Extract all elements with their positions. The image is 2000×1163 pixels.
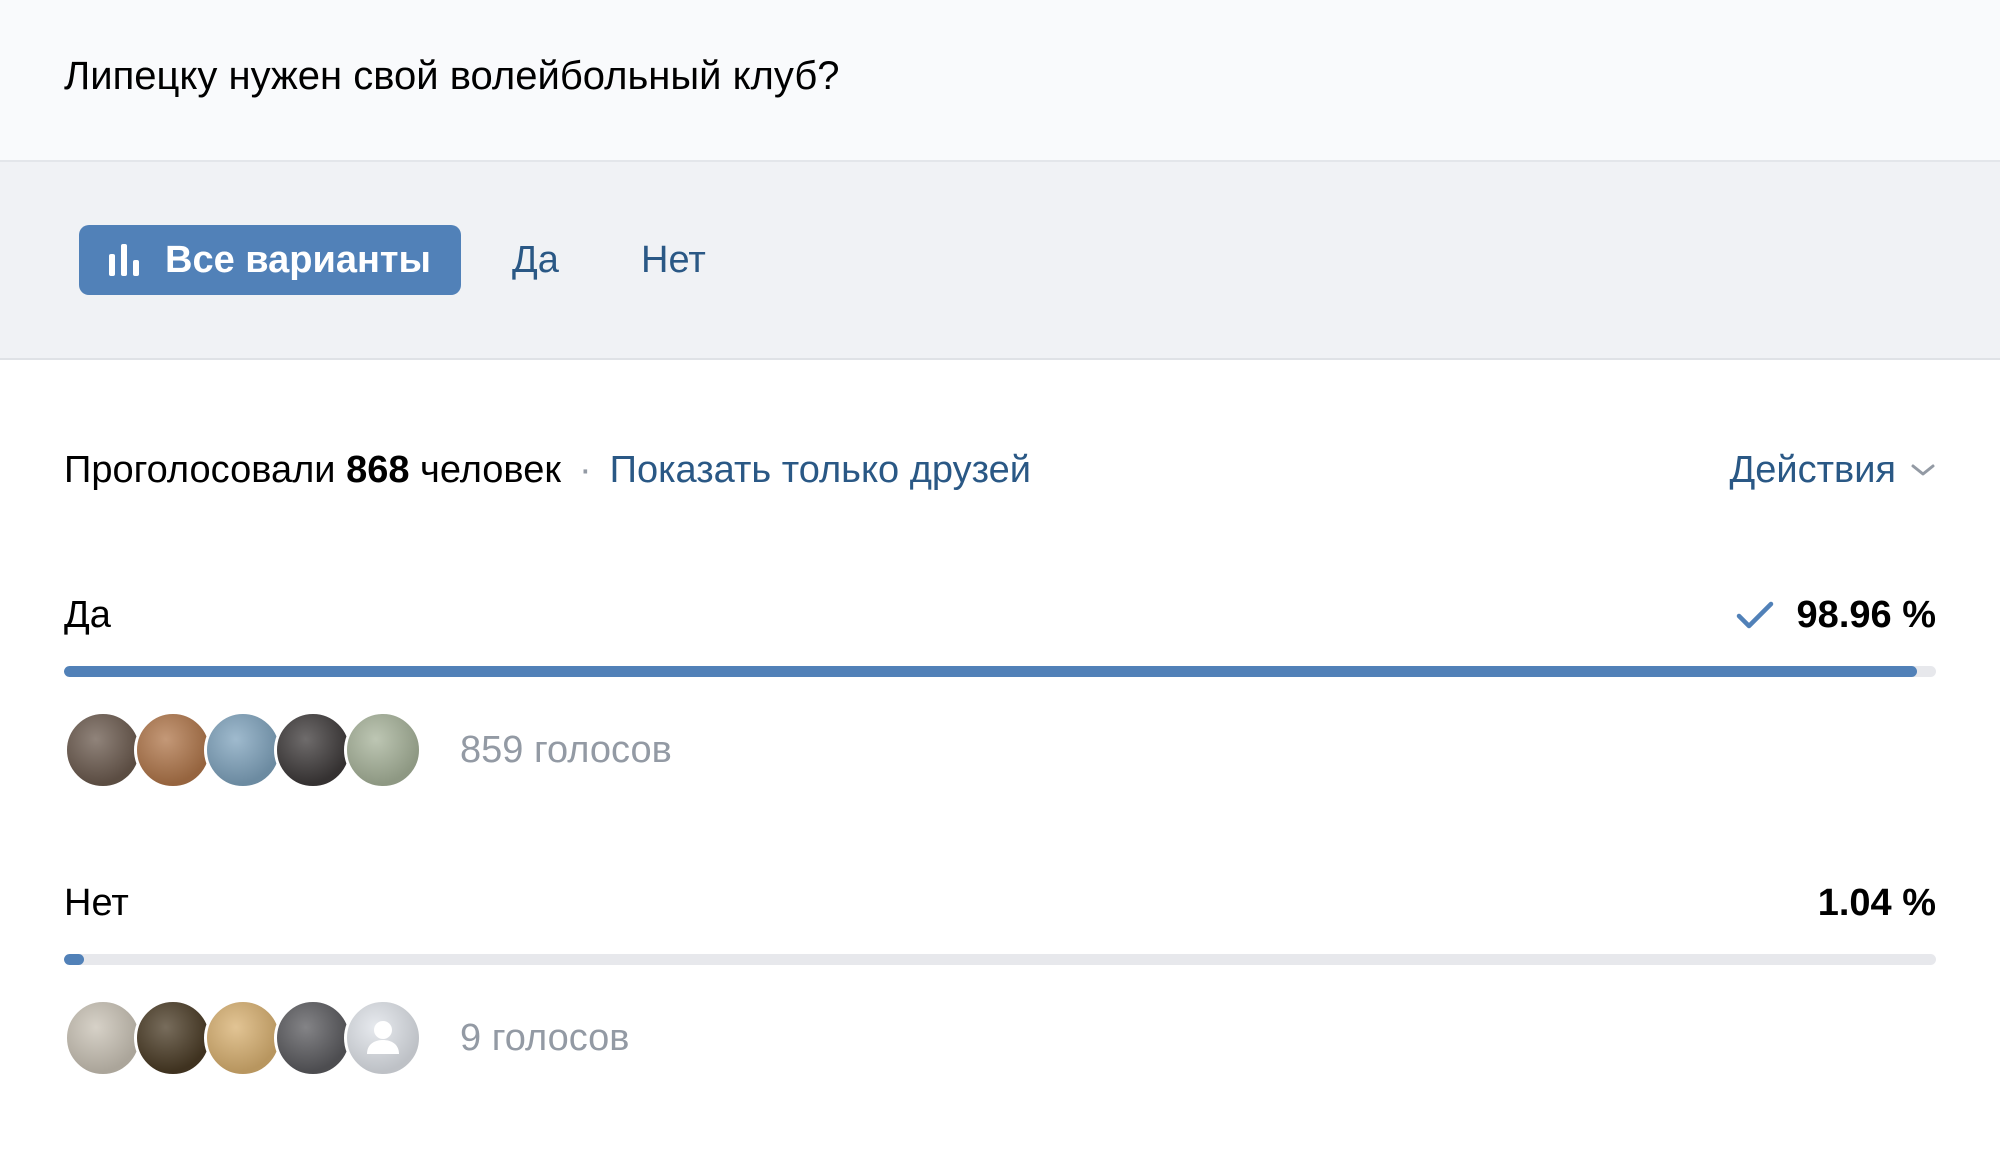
bar-chart-icon [109,244,145,276]
option-progress-track [64,666,1936,677]
option-label: Да [64,594,111,636]
option-percent: 1.04 % [1818,878,1936,928]
tab-all-options[interactable]: Все варианты [79,225,461,295]
tab-yes[interactable]: Да [512,225,559,295]
poll-header: Липецку нужен свой волейбольный клуб? [0,0,2000,162]
show-friends-link[interactable]: Показать только друзей [610,449,1031,491]
tab-no[interactable]: Нет [641,225,706,295]
option-percent-text: 1.04 % [1817,882,1936,924]
votes-prefix: Проголосовали [64,449,336,491]
option-label: Нет [64,882,129,924]
option-vote-count[interactable]: 859 голосов [460,729,672,772]
option-progress-track [64,954,1936,965]
option-voters: 859 голосов [64,710,672,790]
chevron-down-icon [1911,464,1935,476]
avatar[interactable] [204,711,282,789]
avatar-placeholder[interactable] [344,999,422,1077]
avatar[interactable] [64,711,142,789]
separator-dot: · [578,449,592,491]
avatar[interactable] [274,999,352,1077]
poll-tabs: Все варианты Да Нет [0,162,2000,360]
user-silhouette-icon [367,1021,399,1054]
option-progress-fill [64,666,1917,677]
actions-dropdown[interactable]: Действия [1730,440,1937,500]
votes-suffix: человек [420,449,561,491]
option-voters: 9 голосов [64,998,630,1078]
option-vote-count[interactable]: 9 голосов [460,1017,630,1060]
avatar[interactable] [134,999,212,1077]
option-percent: 98.96 % [1735,590,1936,640]
actions-label: Действия [1729,449,1897,491]
votes-total-count: 868 [346,449,410,491]
avatar[interactable] [134,711,212,789]
vote-summary: Проголосовали 868 человек · Показать тольк… [64,440,1936,500]
avatar[interactable] [64,999,142,1077]
checkmark-icon [1736,601,1773,629]
avatar[interactable] [274,711,352,789]
tab-all-options-label: Все варианты [165,238,431,281]
option-progress-fill [64,954,84,965]
avatar[interactable] [344,711,422,789]
option-percent-text: 98.96 % [1796,594,1936,636]
poll-question: Липецку нужен свой волейбольный клуб? [64,54,840,98]
avatar[interactable] [204,999,282,1077]
